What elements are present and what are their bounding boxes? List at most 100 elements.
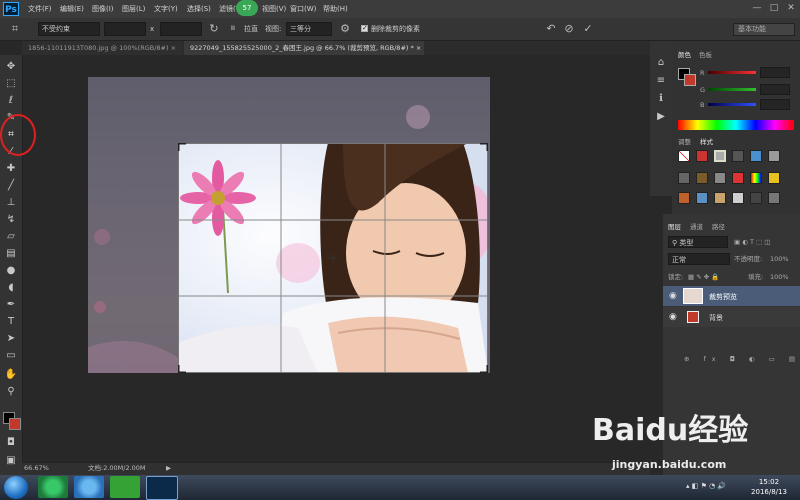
- history-icon[interactable]: ⌂: [654, 56, 668, 70]
- cancel-icon[interactable]: ⊘: [562, 22, 576, 36]
- view-select[interactable]: 三等分: [286, 22, 332, 36]
- background-color-swatch[interactable]: [9, 418, 21, 430]
- minimize-button[interactable]: —: [750, 2, 764, 14]
- brush-tool-icon[interactable]: ╱: [4, 179, 18, 193]
- move-tool-icon[interactable]: ✥: [4, 60, 18, 74]
- ratio-select[interactable]: 不受约束: [38, 22, 100, 36]
- close-button[interactable]: ✕: [784, 2, 798, 14]
- pen-tool-icon[interactable]: ✒: [4, 298, 18, 312]
- style-swatch[interactable]: [768, 150, 780, 162]
- 360-browser-icon[interactable]: [38, 476, 68, 498]
- gradient-tool-icon[interactable]: ▤: [4, 247, 18, 261]
- stamp-tool-icon[interactable]: ⊥: [4, 196, 18, 210]
- lock-icons[interactable]: ▦ ✎ ✥ 🔒: [688, 272, 719, 282]
- hand-tool-icon[interactable]: ✋: [4, 368, 18, 382]
- menu-image[interactable]: 图像(I): [92, 3, 114, 15]
- path-select-tool-icon[interactable]: ➤: [4, 332, 18, 346]
- style-swatch[interactable]: [750, 150, 762, 162]
- workspace-select[interactable]: 基本功能: [733, 23, 795, 36]
- properties-icon[interactable]: ≡: [654, 74, 668, 88]
- height-field[interactable]: [160, 22, 202, 36]
- style-swatch[interactable]: [678, 172, 690, 184]
- slider-g[interactable]: [708, 88, 756, 91]
- style-swatch[interactable]: [732, 150, 744, 162]
- layer-row-background[interactable]: ◉ 背景: [663, 307, 800, 327]
- menu-view[interactable]: 视图(V): [262, 3, 286, 15]
- color-spectrum[interactable]: [678, 120, 794, 130]
- style-swatch[interactable]: [714, 192, 726, 204]
- tab-channels[interactable]: 通道: [690, 222, 703, 232]
- style-swatch[interactable]: [714, 150, 726, 162]
- dodge-tool-icon[interactable]: ◖: [4, 281, 18, 295]
- style-swatch[interactable]: [750, 172, 762, 184]
- style-swatch[interactable]: [678, 150, 690, 162]
- menu-type[interactable]: 文字(Y): [154, 3, 178, 15]
- swap-icon[interactable]: ↻: [207, 22, 221, 36]
- layer-filter-kind[interactable]: ⚲ 类型: [668, 236, 728, 248]
- menu-file[interactable]: 文件(F): [28, 3, 52, 15]
- menu-help[interactable]: 帮助(H): [323, 3, 348, 15]
- layer-filter-icons[interactable]: ▣ ◐ T ⬚ ◫: [734, 237, 770, 247]
- maximize-button[interactable]: □: [767, 2, 781, 14]
- info-icon[interactable]: ℹ: [654, 92, 668, 106]
- eye-icon[interactable]: ◉: [669, 291, 677, 301]
- slider-g-value[interactable]: [760, 84, 790, 95]
- taskbar-clock[interactable]: 15:02 2016/8/13: [744, 477, 794, 499]
- crop-preview[interactable]: [178, 143, 488, 373]
- type-tool-icon[interactable]: T: [4, 315, 18, 329]
- commit-check-icon[interactable]: ✓: [581, 22, 595, 36]
- marquee-tool-icon[interactable]: ⬚: [4, 77, 18, 91]
- screen-mode-icon[interactable]: ▣: [4, 454, 18, 468]
- menu-layer[interactable]: 图层(L): [122, 3, 145, 15]
- blur-tool-icon[interactable]: ●: [4, 264, 18, 278]
- style-swatch[interactable]: [732, 172, 744, 184]
- style-swatch[interactable]: [714, 172, 726, 184]
- crop-tool-preset-icon[interactable]: ⌗: [8, 22, 22, 36]
- panel-background-swatch[interactable]: [684, 74, 696, 86]
- slider-b-value[interactable]: [760, 99, 790, 110]
- style-swatch[interactable]: [768, 192, 780, 204]
- style-swatch[interactable]: [696, 172, 708, 184]
- gear-icon[interactable]: ⚙: [338, 22, 352, 36]
- style-swatch[interactable]: [768, 172, 780, 184]
- eye-icon[interactable]: ◉: [669, 312, 677, 322]
- delete-cropped-checkbox[interactable]: ✓: [361, 25, 368, 32]
- tab-close-icon[interactable]: ×: [416, 44, 421, 52]
- layers-footer-icons[interactable]: ⊕ fx ◘ ◐ ▭ ▤ 🗑: [684, 354, 800, 364]
- healing-tool-icon[interactable]: ✚: [4, 162, 18, 176]
- status-arrow-icon[interactable]: ▶: [166, 463, 171, 473]
- style-swatch[interactable]: [750, 192, 762, 204]
- style-swatch[interactable]: [696, 150, 708, 162]
- reset-icon[interactable]: ↶: [544, 22, 558, 36]
- blend-mode-select[interactable]: 正常: [668, 253, 730, 265]
- fill-value[interactable]: 100%: [770, 272, 789, 282]
- tab-close-icon[interactable]: ×: [171, 44, 176, 52]
- tab-color[interactable]: 颜色: [678, 50, 691, 60]
- slider-r-value[interactable]: [760, 67, 790, 78]
- menu-select[interactable]: 选择(S): [187, 3, 211, 15]
- style-swatch[interactable]: [696, 192, 708, 204]
- tab-layers[interactable]: 图层: [668, 222, 681, 232]
- tab-swatches[interactable]: 色板: [699, 50, 712, 60]
- menu-window[interactable]: 窗口(W): [290, 3, 316, 15]
- zoom-level[interactable]: 66.67%: [24, 463, 49, 473]
- menu-edit[interactable]: 编辑(E): [60, 3, 84, 15]
- baidu-netdisk-icon[interactable]: [74, 476, 104, 498]
- layer-row-crop-preview[interactable]: ◉ 裁剪预览: [663, 286, 800, 306]
- opacity-value[interactable]: 100%: [770, 254, 789, 264]
- slider-r[interactable]: [708, 71, 756, 74]
- tab-document-1[interactable]: 1856-11011913T080.jpg @ 100%(RGB/8#) ×: [22, 41, 182, 55]
- straighten-icon[interactable]: Ⅲ: [226, 22, 240, 36]
- tray-icons[interactable]: ▴ ◧ ⚑ ◔ 🔊: [686, 482, 742, 492]
- tab-adjustments[interactable]: 调整: [678, 137, 691, 147]
- start-button[interactable]: [4, 476, 28, 499]
- actions-icon[interactable]: ▶: [654, 110, 668, 124]
- eraser-tool-icon[interactable]: ▱: [4, 230, 18, 244]
- quick-mask-icon[interactable]: ◘: [4, 436, 18, 450]
- iqiyi-icon[interactable]: [110, 476, 140, 498]
- history-brush-icon[interactable]: ↯: [4, 213, 18, 227]
- straighten-button[interactable]: 拉直: [244, 23, 258, 35]
- zoom-tool-icon[interactable]: ⚲: [4, 385, 18, 399]
- shape-tool-icon[interactable]: ▭: [4, 349, 18, 363]
- lasso-tool-icon[interactable]: ℓ: [4, 94, 18, 108]
